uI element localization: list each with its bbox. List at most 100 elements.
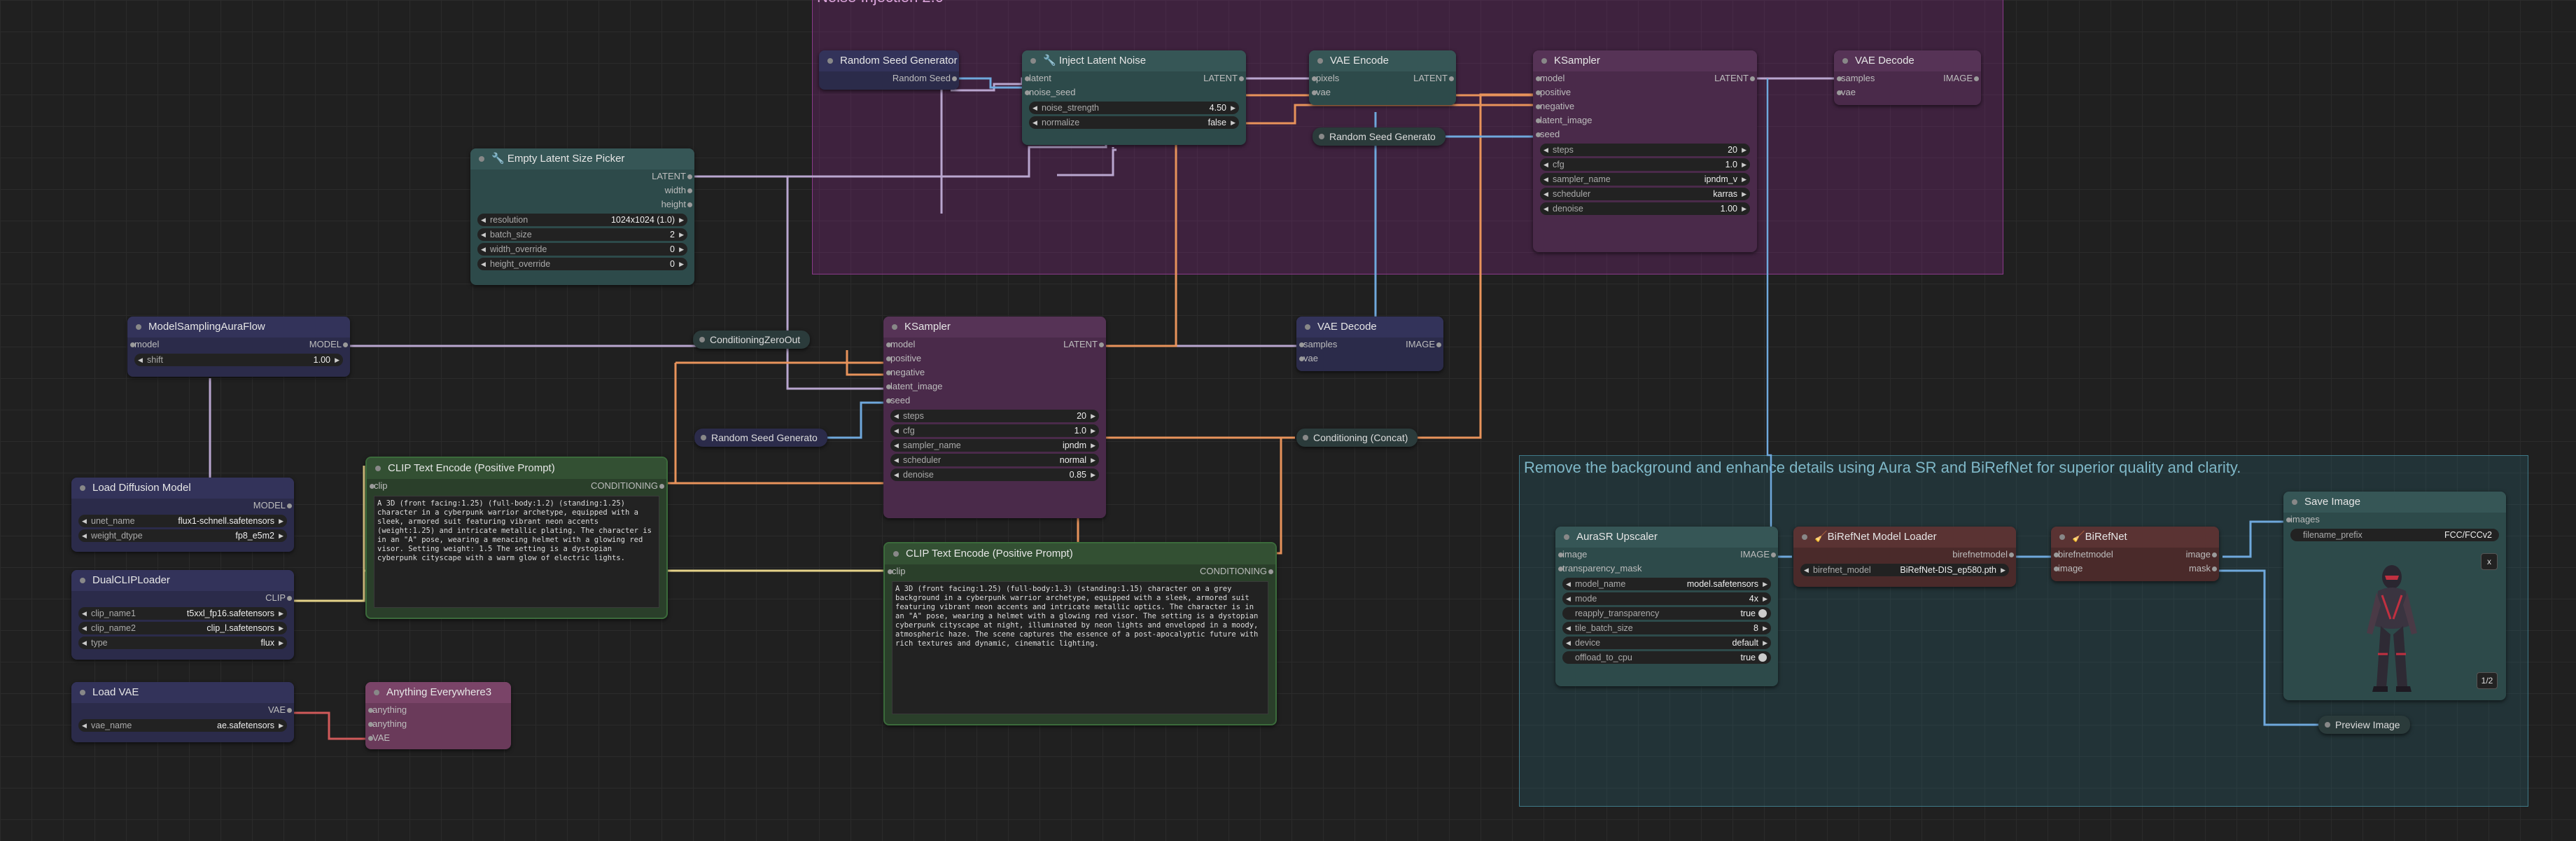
toggle-knob[interactable] (1758, 653, 1767, 662)
widget-offload-to-cpu[interactable]: offload_to_cpu true (1562, 651, 1771, 664)
collapse-dot[interactable] (80, 578, 85, 583)
input-clip[interactable]: clip (888, 564, 906, 578)
inject-latent-noise-node[interactable]: 🔧 Inject Latent Noise latent LATENT noise… (1022, 50, 1246, 145)
input-vae[interactable]: vae (1837, 85, 1856, 99)
output-model[interactable]: MODEL (309, 338, 349, 352)
input-seed[interactable]: seed (1535, 127, 1560, 141)
input-model[interactable]: model (130, 338, 159, 352)
collapse-dot[interactable] (375, 466, 381, 471)
save-image-node[interactable]: Save Image images filename_prefix FCC/FCC… (2283, 492, 2506, 700)
collapse-dot[interactable] (699, 337, 705, 342)
output-latent[interactable]: LATENT (1063, 338, 1104, 352)
output-conditioning[interactable]: CONDITIONING (1200, 564, 1274, 578)
widget-steps[interactable]: steps 20 (890, 410, 1099, 422)
widget-mode[interactable]: mode 4x (1562, 592, 1771, 605)
collapse-dot[interactable] (2292, 499, 2297, 505)
close-preview-button[interactable]: x (2481, 553, 2498, 570)
output-image[interactable]: IMAGE (1406, 338, 1441, 352)
output-vae[interactable]: VAE (268, 703, 293, 717)
output-width[interactable]: width (665, 183, 693, 197)
widget-denoise[interactable]: denoise 1.00 (1540, 202, 1750, 215)
collapse-dot[interactable] (136, 324, 141, 330)
random-seed-generator-mid-collapsed[interactable]: Random Seed Generato (694, 429, 827, 447)
output-conditioning[interactable]: CONDITIONING (591, 479, 665, 493)
input-model[interactable]: model (1535, 71, 1564, 85)
widget-sampler-name[interactable]: sampler_name ipndm_v (1540, 173, 1750, 186)
input-positive[interactable]: positive (1535, 85, 1571, 99)
widget-tile-batch-size[interactable]: tile_batch_size 8 (1562, 622, 1771, 634)
input-pixels[interactable]: pixels (1311, 71, 1339, 85)
widget-cfg[interactable]: cfg 1.0 (890, 424, 1099, 437)
widget-vae-name[interactable]: vae_name ae.safetensors (78, 719, 287, 732)
collapse-dot[interactable] (893, 551, 899, 557)
widget-device[interactable]: device default (1562, 637, 1771, 649)
widget-reapply-transparency[interactable]: reapply_transparency true (1562, 607, 1771, 620)
collapse-dot[interactable] (701, 435, 706, 440)
input-anything-1[interactable]: anything (368, 703, 407, 717)
clip-text-encode-1-node[interactable]: CLIP Text Encode (Positive Prompt) clip C… (365, 457, 668, 619)
anything-everywhere3-node[interactable]: Anything Everywhere3 anything anything V… (365, 682, 511, 749)
preview-image-collapsed[interactable]: Preview Image (2318, 716, 2410, 734)
input-vae[interactable]: VAE (368, 731, 390, 745)
widget-clip-name1[interactable]: clip_name1 t5xxl_fp16.safetensors (78, 607, 287, 620)
prompt-textarea[interactable]: A 3D (front facing:1.25) (full-body:1.2)… (374, 496, 659, 608)
widget-width-override[interactable]: width_override 0 (477, 243, 687, 256)
output-image[interactable]: IMAGE (1740, 548, 1776, 562)
collapse-dot[interactable] (479, 156, 484, 162)
dual-clip-loader-node[interactable]: DualCLIPLoader CLIP clip_name1 t5xxl_fp16… (71, 570, 294, 660)
input-seed[interactable]: seed (886, 394, 910, 408)
input-latent[interactable]: latent (1025, 71, 1051, 85)
output-latent[interactable]: LATENT (652, 169, 692, 183)
widget-height-override[interactable]: height_override 0 (477, 258, 687, 270)
widget-batch-size[interactable]: batch_size 2 (477, 228, 687, 241)
input-samples[interactable]: samples (1836, 71, 1875, 85)
output-latent[interactable]: LATENT (1413, 71, 1454, 85)
clip-text-encode-2-node[interactable]: CLIP Text Encode (Positive Prompt) clip C… (883, 542, 1277, 725)
input-latent-image[interactable]: latent_image (886, 380, 942, 394)
input-positive[interactable]: positive (886, 352, 921, 366)
widget-steps[interactable]: steps 20 (1540, 144, 1750, 156)
empty-latent-size-picker-node[interactable]: 🔧 Empty Latent Size Picker LATENT width … (470, 148, 694, 285)
collapse-dot[interactable] (1842, 58, 1848, 64)
model-sampling-auraflow-node[interactable]: ModelSamplingAuraFlow model MODEL shift 1.… (127, 317, 350, 377)
output-latent[interactable]: LATENT (1203, 71, 1244, 85)
widget-unet-name[interactable]: unet_name flux1-schnell.safetensors (78, 515, 287, 527)
output-height[interactable]: height (662, 197, 693, 211)
collapse-dot[interactable] (374, 690, 379, 695)
widget-scheduler[interactable]: scheduler karras (1540, 188, 1750, 200)
collapse-dot[interactable] (1541, 58, 1547, 64)
output-mask[interactable]: mask (2189, 562, 2218, 576)
collapse-dot[interactable] (1564, 534, 1569, 540)
output-image[interactable]: image (2186, 548, 2218, 562)
widget-resolution[interactable]: resolution 1024x1024 (1.0) (477, 214, 687, 226)
input-vae[interactable]: vae (1299, 352, 1318, 366)
input-anything-2[interactable]: anything (368, 717, 407, 731)
output-clip[interactable]: CLIP (265, 591, 292, 605)
generated-character-image[interactable] (2357, 556, 2427, 696)
input-image[interactable]: image (2053, 562, 2082, 576)
collapse-dot[interactable] (827, 58, 833, 64)
collapse-dot[interactable] (1319, 134, 1324, 139)
widget-noise-strength[interactable]: noise_strength 4.50 (1029, 102, 1239, 114)
collapse-dot[interactable] (2325, 722, 2330, 728)
output-latent[interactable]: LATENT (1714, 71, 1755, 85)
widget-birefnet-model[interactable]: birefnet_model BiRefNet-DIS_ep580.pth (1800, 564, 2009, 576)
load-vae-node[interactable]: Load VAE VAE vae_name ae.safetensors (71, 682, 294, 742)
prompt-textarea[interactable]: A 3D (front facing:1.25) (full-body:1.3)… (892, 581, 1268, 714)
input-samples[interactable]: samples (1298, 338, 1337, 352)
input-latent-image[interactable]: latent_image (1535, 113, 1592, 127)
conditioning-zero-out-collapsed[interactable]: ConditioningZeroOut (693, 331, 811, 349)
input-negative[interactable]: negative (886, 366, 925, 380)
collapse-dot[interactable] (80, 690, 85, 695)
output-model[interactable]: MODEL (253, 499, 293, 513)
ksampler-top-node[interactable]: KSampler model LATENT positive negative l… (1533, 50, 1757, 252)
birefnet-node[interactable]: 🧹BiRefNet birefnetmodel image image mask (2051, 527, 2219, 581)
widget-type[interactable]: type flux (78, 637, 287, 649)
widget-model-name[interactable]: model_name model.safetensors (1562, 578, 1771, 590)
random-seed-generator-node[interactable]: Random Seed Generator Random Seed (819, 50, 959, 90)
widget-shift[interactable]: shift 1.00 (134, 354, 343, 366)
ksampler-mid-node[interactable]: KSampler model LATENT positive negative l… (883, 317, 1106, 518)
collapse-dot[interactable] (1317, 58, 1323, 64)
collapse-dot[interactable] (2059, 534, 2065, 540)
widget-clip-name2[interactable]: clip_name2 clip_l.safetensors (78, 622, 287, 634)
